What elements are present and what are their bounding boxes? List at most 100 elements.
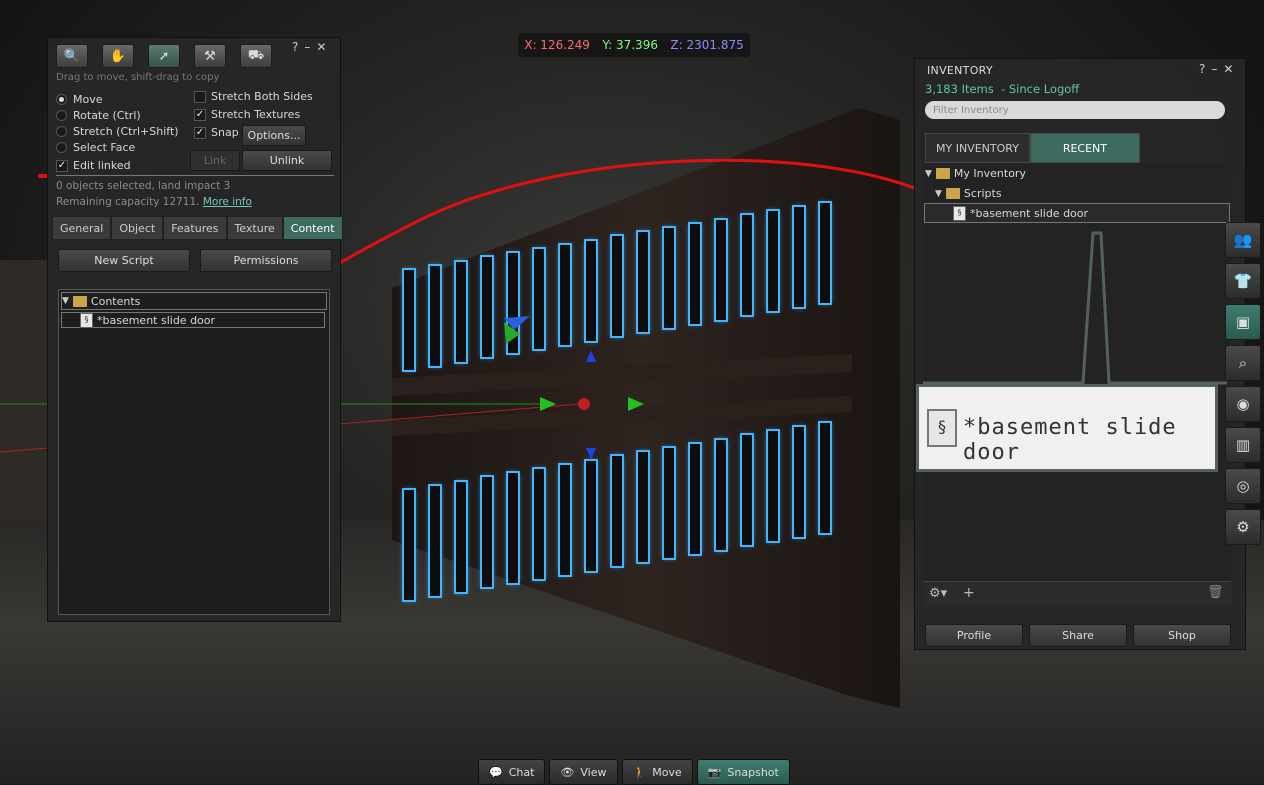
inventory-bottom-bar: ⚙▾ + 🗑 bbox=[923, 581, 1231, 606]
snap-checkbox[interactable]: ✓ Snap bbox=[194, 126, 239, 139]
script-icon: § bbox=[80, 312, 93, 328]
inventory-title: INVENTORY bbox=[927, 64, 993, 77]
mode-rotate-radio[interactable]: Rotate (Ctrl) bbox=[56, 109, 141, 122]
folder-icon bbox=[72, 295, 87, 307]
mode-label: Move bbox=[73, 93, 103, 106]
unlink-button[interactable]: Unlink bbox=[242, 150, 332, 171]
grab-tool-icon[interactable]: ✋ bbox=[102, 44, 134, 68]
item-label: *basement slide door bbox=[97, 313, 216, 327]
map-icon[interactable]: ▥ bbox=[1225, 427, 1261, 463]
tab-my-inventory[interactable]: MY INVENTORY bbox=[925, 133, 1030, 163]
inventory-icon[interactable]: ▣ bbox=[1225, 304, 1261, 340]
checkbox-icon: ✓ bbox=[56, 159, 68, 172]
right-sidebar: 👥 👕 ▣ ⌕ ◉ ▥ ◎ ⚙ bbox=[1225, 222, 1263, 550]
expand-icon[interactable]: ▼ bbox=[935, 189, 942, 199]
folder-label: My Inventory bbox=[953, 167, 1026, 180]
bottom-toolbar: 💬 Chat 👁 View 🚶 Move 📷 Snapshot bbox=[478, 759, 790, 785]
chat-bubble-icon: 💬 bbox=[489, 765, 503, 779]
contents-folder-row[interactable]: ▼ Contents bbox=[61, 292, 327, 310]
script-item-row[interactable]: § *basement slide door bbox=[953, 206, 1088, 221]
move-center-handle bbox=[578, 398, 590, 410]
walk-icon: 🚶 bbox=[632, 765, 647, 779]
more-info-link[interactable]: More info bbox=[203, 196, 252, 208]
chat-label: Chat bbox=[508, 765, 535, 779]
tab-recent[interactable]: RECENT bbox=[1029, 133, 1140, 163]
coord-y: Y: 37.396 bbox=[602, 38, 658, 52]
view-label: View bbox=[580, 765, 607, 779]
annotation-arrow bbox=[239, 158, 939, 324]
drag-hint: Drag to move, shift-drag to copy bbox=[56, 72, 220, 83]
inventory-list[interactable]: ▼ My Inventory ▼ Scripts § *basement sli… bbox=[923, 163, 1231, 583]
add-icon[interactable]: + bbox=[963, 585, 975, 601]
eye-icon: 👁 bbox=[560, 765, 575, 779]
coord-x: X: 126.249 bbox=[524, 38, 590, 52]
edit-linked-checkbox[interactable]: ✓ Edit linked bbox=[56, 159, 131, 172]
search-icon[interactable]: ⌕ bbox=[1225, 345, 1261, 381]
move-arrow-green-2 bbox=[628, 397, 644, 411]
minimize-icon[interactable]: – bbox=[1211, 62, 1223, 76]
expand-icon[interactable]: ▼ bbox=[62, 296, 69, 306]
help-icon[interactable]: ? bbox=[1199, 62, 1211, 76]
gear-menu-icon[interactable]: ⚙▾ bbox=[929, 586, 947, 601]
share-button[interactable]: Share bbox=[1029, 624, 1127, 647]
close-icon[interactable]: ✕ bbox=[1223, 62, 1239, 76]
mode-label: Rotate (Ctrl) bbox=[73, 109, 141, 122]
folder-icon bbox=[935, 168, 950, 179]
edit-tool-icon[interactable]: ➚ bbox=[148, 44, 180, 68]
move-button[interactable]: 🚶 Move bbox=[621, 759, 693, 785]
stretch-textures-checkbox[interactable]: ✓ Stretch Textures bbox=[194, 108, 300, 121]
help-icon[interactable]: ? bbox=[292, 40, 304, 54]
inventory-tabs: MY INVENTORY RECENT bbox=[925, 133, 1140, 163]
radio-icon bbox=[56, 94, 67, 105]
people-icon[interactable]: 👥 bbox=[1225, 222, 1261, 258]
zoomed-item-label: *basement slide door bbox=[963, 415, 1177, 465]
checkbox-icon bbox=[194, 90, 206, 103]
mode-label: Select Face bbox=[73, 141, 136, 154]
folder-label: Scripts bbox=[963, 187, 1002, 200]
snapshot-button[interactable]: 📷 Snapshot bbox=[696, 759, 790, 785]
build-tabs: General Object Features Texture Content bbox=[52, 216, 343, 240]
coord-z: Z: 2301.875 bbox=[670, 38, 744, 52]
tab-content[interactable]: Content bbox=[282, 216, 343, 240]
create-tool-icon[interactable]: ⚒ bbox=[194, 44, 226, 68]
folder-label: Contents bbox=[90, 294, 141, 308]
tab-texture[interactable]: Texture bbox=[226, 216, 283, 240]
filter-inventory-input[interactable]: Filter Inventory bbox=[925, 101, 1225, 119]
link-button[interactable]: Link bbox=[190, 150, 240, 171]
places-icon[interactable]: ◉ bbox=[1225, 386, 1261, 422]
checkbox-label: Edit linked bbox=[73, 159, 131, 172]
options-button[interactable]: Options... bbox=[242, 125, 306, 146]
move-label: Move bbox=[652, 765, 682, 779]
my-inventory-row[interactable]: ▼ My Inventory bbox=[925, 167, 1026, 180]
snapshot-label: Snapshot bbox=[727, 765, 779, 779]
mode-select-face-radio[interactable]: Select Face bbox=[56, 141, 135, 154]
expand-icon[interactable]: ▼ bbox=[925, 169, 932, 179]
radio-icon bbox=[56, 142, 67, 153]
chat-button[interactable]: 💬 Chat bbox=[478, 759, 546, 785]
tab-features[interactable]: Features bbox=[163, 216, 227, 240]
trash-icon[interactable]: 🗑 bbox=[1207, 585, 1224, 600]
mode-move-radio[interactable]: Move bbox=[56, 93, 103, 106]
land-tool-icon[interactable]: ⛟ bbox=[240, 44, 272, 68]
radar-icon[interactable]: ◎ bbox=[1225, 468, 1261, 504]
close-icon[interactable]: ✕ bbox=[316, 40, 332, 54]
focus-tool-icon[interactable]: 🔍 bbox=[56, 44, 88, 68]
settings-icon[interactable]: ⚙ bbox=[1225, 509, 1261, 545]
stretch-both-checkbox[interactable]: Stretch Both Sides bbox=[194, 90, 313, 103]
mode-stretch-radio[interactable]: Stretch (Ctrl+Shift) bbox=[56, 125, 179, 138]
appearance-icon[interactable]: 👕 bbox=[1225, 263, 1261, 299]
scripts-folder-row[interactable]: ▼ Scripts bbox=[935, 187, 1002, 200]
contents-item-row[interactable]: § *basement slide door bbox=[61, 312, 325, 328]
profile-button[interactable]: Profile bbox=[925, 624, 1023, 647]
contents-tree[interactable]: ▼ Contents § *basement slide door bbox=[58, 289, 330, 615]
item-count: 3,183 Items - Since Logoff bbox=[925, 82, 1079, 96]
minimize-icon[interactable]: – bbox=[304, 40, 316, 54]
tab-object[interactable]: Object bbox=[111, 216, 164, 240]
zoomed-item-callout: § *basement slide door bbox=[916, 384, 1218, 472]
permissions-button[interactable]: Permissions bbox=[200, 249, 332, 272]
radio-icon bbox=[56, 126, 67, 137]
tab-general[interactable]: General bbox=[52, 216, 112, 240]
new-script-button[interactable]: New Script bbox=[58, 249, 190, 272]
shop-button[interactable]: Shop bbox=[1133, 624, 1231, 647]
view-button[interactable]: 👁 View bbox=[549, 759, 618, 785]
